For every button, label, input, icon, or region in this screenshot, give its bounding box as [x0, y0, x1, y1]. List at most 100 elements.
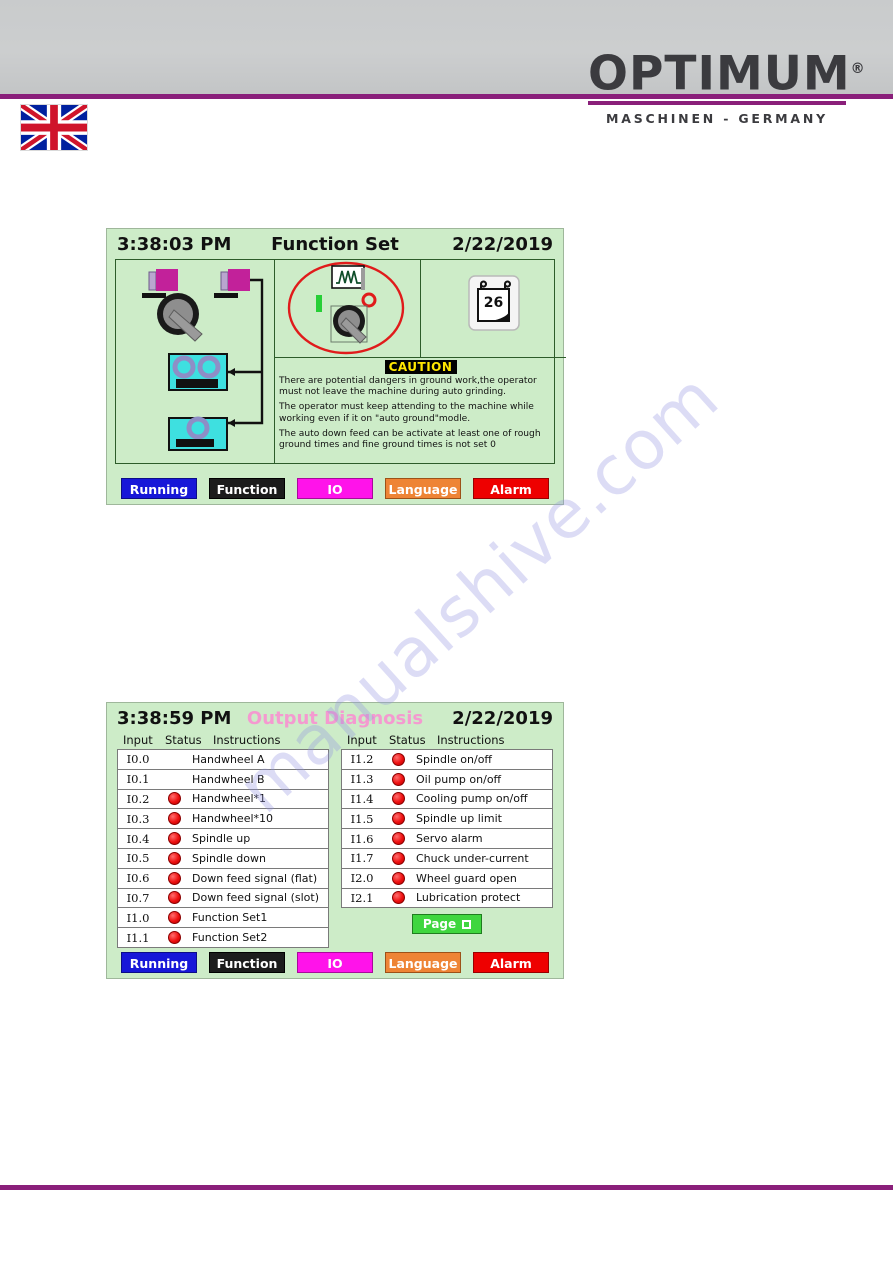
waveform-icon: [331, 265, 365, 290]
io-instruction-label: Chuck under-current: [416, 851, 529, 865]
page-button[interactable]: Page: [411, 914, 483, 935]
io-instruction-label: Handwheel B: [192, 772, 265, 786]
uk-flag: [20, 104, 88, 151]
logo-word-text: OPTIMUM: [588, 46, 851, 102]
io-instruction-label: Down feed signal (flat): [192, 871, 318, 885]
table-row[interactable]: I0.4 Spindle up: [118, 829, 328, 849]
table-row[interactable]: I0.0 Handwheel A: [118, 750, 328, 770]
table-row[interactable]: I0.6 Down feed signal (flat): [118, 869, 328, 889]
table-row[interactable]: I2.0 Wheel guard open: [342, 869, 552, 889]
io-status-cell: [158, 753, 190, 766]
io-status-cell: [382, 851, 414, 865]
registered-mark-icon: ®: [850, 61, 866, 77]
calendar-tile[interactable]: 26: [421, 260, 566, 357]
table-row[interactable]: I1.7 Chuck under-current: [342, 849, 552, 869]
nav-button-alarm[interactable]: Alarm: [473, 478, 549, 499]
function-set-right: 26 CAUTION There are potential dangers i…: [275, 260, 566, 463]
table-row[interactable]: I2.1 Lubrication protect: [342, 889, 552, 909]
table-row[interactable]: I1.5 Spindle up limit: [342, 809, 552, 830]
io-address: I1.2: [350, 752, 374, 767]
io-status-cell: [158, 891, 190, 905]
status-lamp-icon: [167, 792, 181, 806]
nav-button-language-2[interactable]: Language: [385, 952, 461, 973]
io-address: I1.5: [350, 811, 374, 826]
table-row[interactable]: I1.0 Function Set1: [118, 908, 328, 929]
function-selector-tile[interactable]: [275, 260, 421, 357]
output-diagnosis-date: 2/22/2019: [452, 707, 553, 729]
nav-button-io-2[interactable]: IO: [297, 952, 373, 973]
io-address: I0.5: [126, 851, 150, 866]
selector-knob-icon: [157, 293, 203, 342]
io-table-left-rows: I0.0 Handwheel A I0.1 Handwheel B I0.2 Handwh…: [117, 749, 329, 948]
nav-button-language[interactable]: Language: [385, 478, 461, 499]
hmi-screen-function-set: 3:38:03 PM Function Set 2/22/2019 26 CAU…: [106, 228, 566, 505]
io-status-cell: [382, 772, 414, 786]
function-set-title: Function Set: [271, 233, 399, 255]
io-instruction-label: Lubrication protect: [416, 891, 521, 905]
table-row[interactable]: I0.7 Down feed signal (slot): [118, 889, 328, 909]
io-address: I2.1: [350, 890, 374, 905]
table-row[interactable]: I0.3 Handwheel*10: [118, 809, 328, 830]
io-address: I2.0: [350, 871, 374, 886]
column-header-instructions-right: Instructions: [437, 733, 505, 747]
status-lamp-icon: [391, 851, 405, 865]
logo-subtitle: MASCHINEN - GERMANY: [605, 110, 828, 126]
io-status-cell: [382, 812, 414, 826]
column-header-input-right: Input: [347, 733, 377, 747]
status-lamp-icon: [167, 891, 181, 905]
nav-button-running[interactable]: Running: [121, 478, 197, 499]
table-row[interactable]: I1.4 Cooling pump on/off: [342, 790, 552, 810]
table-row[interactable]: I1.1 Function Set2: [118, 928, 328, 948]
io-instruction-label: Wheel guard open: [416, 871, 517, 885]
table-row[interactable]: I1.3 Oil pump on/off: [342, 770, 552, 790]
status-lamp-icon: [391, 891, 405, 905]
green-status-indicator: [316, 295, 322, 312]
table-row[interactable]: I0.5 Spindle down: [118, 849, 328, 869]
table-row[interactable]: I0.2 Handwheel*1: [118, 790, 328, 810]
column-header-instructions: Instructions: [213, 733, 281, 747]
io-status-cell: [158, 792, 190, 806]
status-lamp-icon: [391, 772, 405, 786]
io-address: I0.3: [126, 811, 150, 826]
io-status-cell: [158, 911, 190, 925]
io-address: I0.7: [126, 890, 150, 905]
io-instruction-label: Down feed signal (slot): [192, 891, 319, 905]
io-table-left-header: Input Status Instructions: [117, 733, 329, 749]
output-diagnosis-navbar: Running Function IO Language Alarm: [107, 952, 563, 973]
nav-button-running-2[interactable]: Running: [121, 952, 197, 973]
io-status-cell: [158, 851, 190, 865]
status-lamp-icon: [167, 931, 181, 945]
io-status-cell: [158, 832, 190, 846]
io-address: I1.4: [350, 791, 374, 806]
io-address: I0.2: [126, 791, 150, 806]
io-instruction-label: Handwheel*1: [192, 792, 267, 806]
page-button-wrap: Page: [341, 914, 553, 935]
caution-text-2: The operator must keep attending to the …: [279, 402, 534, 424]
page-bottom-rule: [0, 1185, 893, 1190]
calendar-graphic: 26: [468, 275, 520, 331]
nav-button-function[interactable]: Function: [209, 478, 285, 499]
function-set-top: 26: [275, 260, 566, 358]
io-address: I1.6: [350, 831, 374, 846]
nav-button-io[interactable]: IO: [297, 478, 373, 499]
table-row[interactable]: I0.1 Handwheel B: [118, 770, 328, 790]
table-row[interactable]: I1.6 Servo alarm: [342, 829, 552, 849]
grinding-tool-left-icon: [142, 269, 178, 298]
io-address: I1.7: [350, 851, 374, 866]
io-address: I0.1: [126, 772, 150, 787]
table-row[interactable]: I1.2 Spindle on/off: [342, 750, 552, 770]
machine-diagram-panel[interactable]: [116, 260, 275, 463]
status-lamp-icon: [391, 871, 405, 885]
nav-button-function-2[interactable]: Function: [209, 952, 285, 973]
nav-button-alarm-2[interactable]: Alarm: [473, 952, 549, 973]
io-instruction-label: Spindle down: [192, 851, 266, 865]
io-status-cell: [382, 871, 414, 885]
page-button-label: Page: [422, 917, 457, 932]
logo-wordmark: OPTIMUM®: [588, 44, 865, 100]
io-status-cell: [382, 792, 414, 806]
machine-diagram-graphic: [142, 269, 264, 451]
io-address: I0.6: [126, 871, 150, 886]
io-status-cell: [382, 832, 414, 846]
function-set-time: 3:38:03 PM: [117, 233, 232, 255]
status-lamp-icon: [167, 871, 181, 885]
